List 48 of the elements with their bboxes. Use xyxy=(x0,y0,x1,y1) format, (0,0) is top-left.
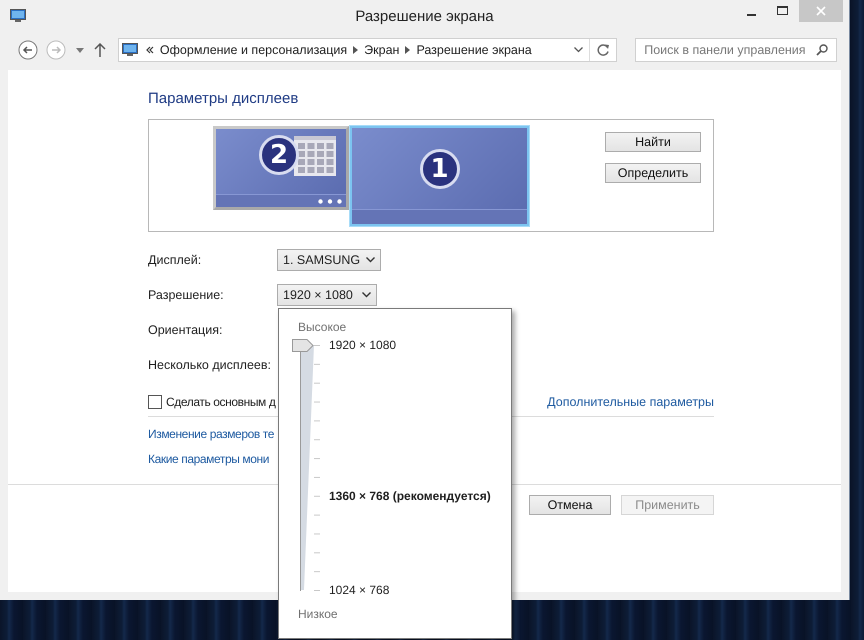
breadcrumb[interactable]: Разрешение экрана xyxy=(416,43,532,57)
window-title: Разрешение экрана xyxy=(355,8,494,24)
monitor-number: 2 xyxy=(259,135,299,175)
breadcrumb[interactable]: Экран xyxy=(364,43,400,57)
high-label: Высокое xyxy=(298,319,348,335)
maximize-icon xyxy=(777,6,789,16)
caret-icon[interactable] xyxy=(76,48,84,52)
help-link[interactable]: Какие параметры мони xyxy=(148,447,714,472)
monitor-number: 1 xyxy=(420,148,460,188)
advanced-settings-link[interactable]: Дополнительные параметры xyxy=(547,395,714,409)
checkbox-label: Сделать основным д xyxy=(166,395,276,409)
double-chevron-icon xyxy=(146,46,154,54)
close-icon xyxy=(816,6,826,16)
dots-icon xyxy=(318,198,342,204)
resolution-option[interactable]: 1024 × 768 xyxy=(329,581,390,599)
chevron-down-icon xyxy=(362,292,371,298)
monitor-icon xyxy=(122,43,138,57)
setting-label: Ориентация: xyxy=(148,322,224,336)
panel-button[interactable]: Найти xyxy=(605,132,701,152)
panel-button[interactable]: Определить xyxy=(605,163,701,183)
search-icon xyxy=(816,44,828,56)
chevron-down-icon[interactable] xyxy=(574,47,584,53)
section-heading: Параметры дисплеев xyxy=(148,90,300,109)
minimize-icon xyxy=(746,14,756,16)
grid-icon xyxy=(294,136,336,176)
dropdown[interactable]: 1. SAMSUNG xyxy=(277,248,381,270)
dropdown[interactable]: 1920 × 1080 xyxy=(277,284,377,306)
slider-thumb[interactable] xyxy=(292,339,314,352)
resolution-option[interactable]: 1360 × 768 (рекомендуется) xyxy=(329,486,491,505)
chevron-right-icon xyxy=(405,46,410,54)
chevron-down-icon xyxy=(366,256,375,262)
monitor-tile[interactable]: 2 xyxy=(213,126,349,210)
breadcrumb[interactable]: Оформление и персонализация xyxy=(160,43,348,57)
chevron-right-icon xyxy=(353,46,358,54)
monitor-tile[interactable]: 1 xyxy=(350,126,529,226)
setting-label: Несколько дисплеев: xyxy=(148,358,272,372)
monitor-icon xyxy=(10,9,26,23)
low-label: Низкое xyxy=(298,606,339,622)
dialog-button[interactable]: Отмена xyxy=(529,495,611,515)
up-arrow-icon[interactable] xyxy=(94,43,106,57)
resolution-option[interactable]: 1920 × 1080 xyxy=(329,336,396,354)
address-bar[interactable]: Оформление и персонализация Экран Разрешение экрана xyxy=(118,38,618,62)
help-link[interactable]: Изменение размеров те xyxy=(148,422,714,447)
back-icon[interactable] xyxy=(18,40,38,60)
search-field[interactable]: Поиск в панели управления xyxy=(635,38,837,62)
setting-label: Разрешение: xyxy=(148,288,225,302)
setting-label: Дисплей: xyxy=(148,252,202,266)
checkbox[interactable] xyxy=(148,395,162,409)
